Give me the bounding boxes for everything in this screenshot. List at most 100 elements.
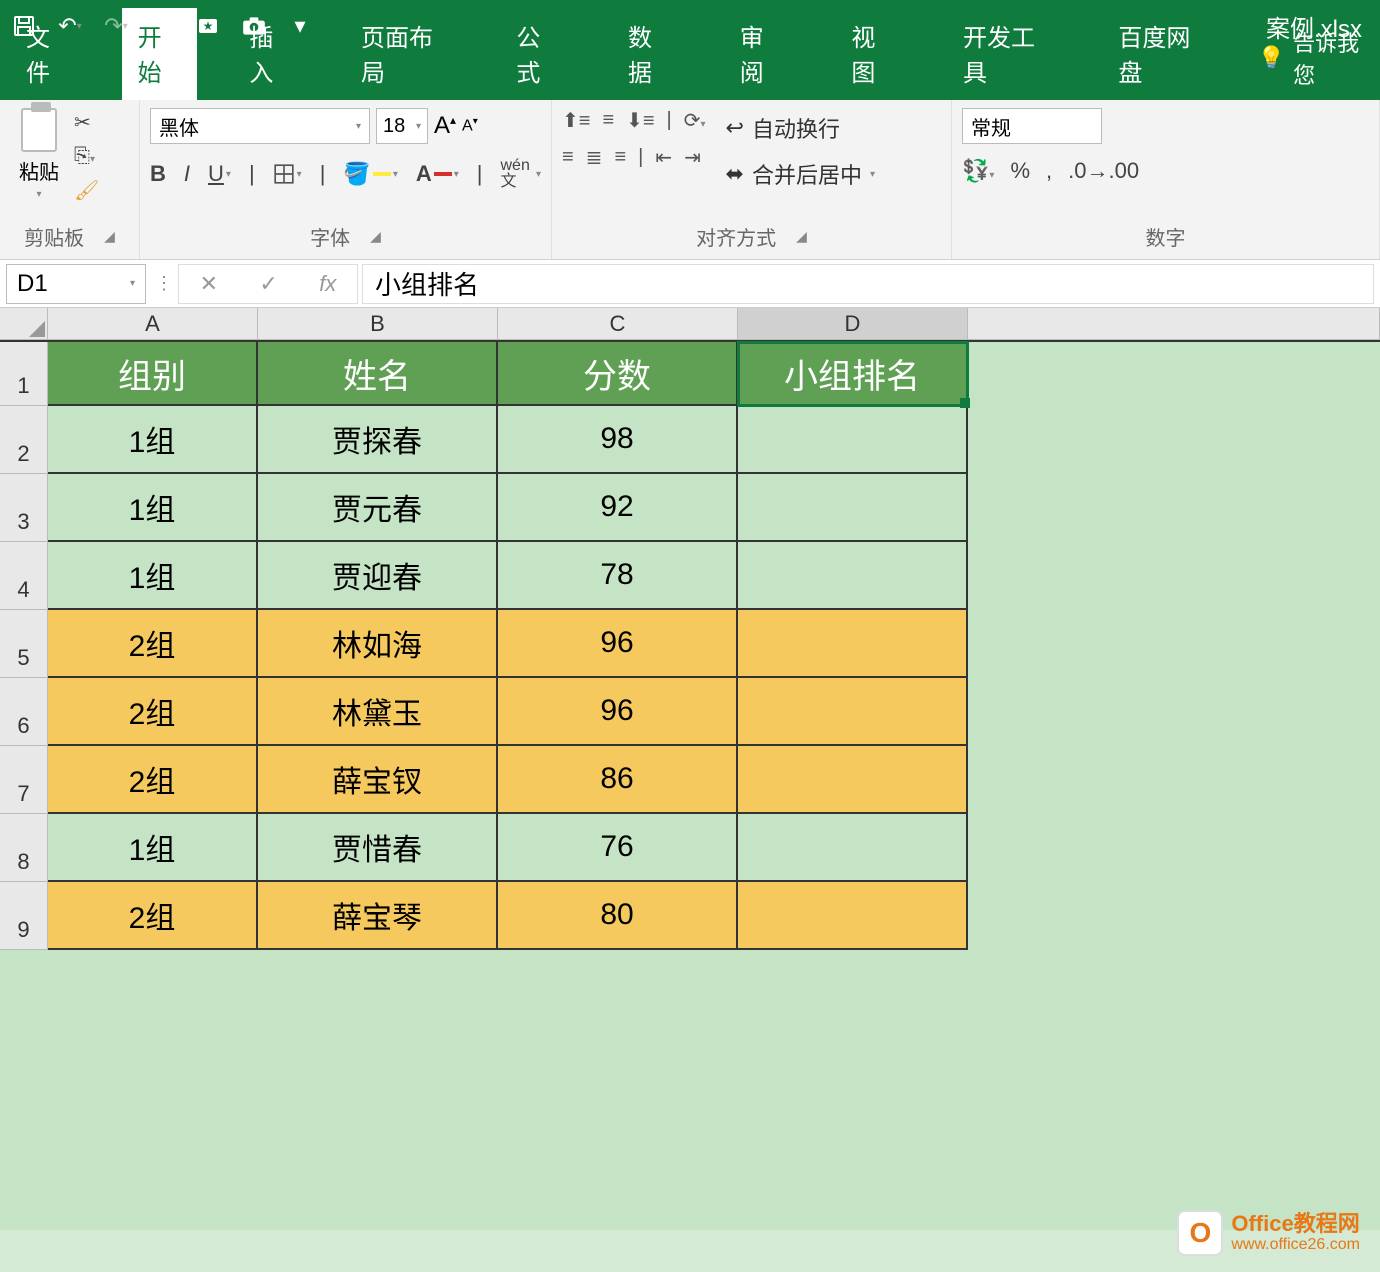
row-header[interactable]: 6 xyxy=(0,678,48,746)
header-cell-group[interactable]: 组别 xyxy=(48,342,258,406)
decrease-indent-icon[interactable]: ⇤ xyxy=(655,145,672,170)
tab-formulas[interactable]: 公式 xyxy=(500,8,576,100)
column-header-d[interactable]: D xyxy=(738,308,968,340)
name-box[interactable]: D1▾ xyxy=(6,264,146,304)
data-cell[interactable]: 贾惜春 xyxy=(258,814,498,882)
tab-file[interactable]: 文件 xyxy=(10,8,86,100)
data-cell[interactable] xyxy=(738,542,968,610)
dialog-launcher-icon[interactable]: ◢ xyxy=(370,228,381,245)
decrease-font-icon[interactable]: A▾ xyxy=(462,116,478,135)
redo-icon[interactable]: ↷▾ xyxy=(102,12,130,40)
align-middle-icon[interactable]: ≡ xyxy=(602,109,614,132)
blank-cell[interactable] xyxy=(968,542,1380,610)
tab-page-layout[interactable]: 页面布局 xyxy=(345,8,464,100)
number-format-select[interactable]: 常规 xyxy=(962,108,1102,144)
data-cell[interactable]: 1组 xyxy=(48,814,258,882)
data-cell[interactable]: 1组 xyxy=(48,542,258,610)
border-button[interactable]: ▾ xyxy=(273,163,302,185)
header-cell-score[interactable]: 分数 xyxy=(498,342,738,406)
tab-baidu-netdisk[interactable]: 百度网盘 xyxy=(1102,8,1221,100)
data-cell[interactable]: 92 xyxy=(498,474,738,542)
fx-icon[interactable]: fx xyxy=(319,271,336,297)
data-cell[interactable] xyxy=(738,814,968,882)
bold-button[interactable]: B xyxy=(150,161,166,187)
align-bottom-icon[interactable]: ⬇≡ xyxy=(626,108,654,133)
data-cell[interactable] xyxy=(738,474,968,542)
tab-view[interactable]: 视图 xyxy=(835,8,911,100)
dialog-launcher-icon[interactable]: ◢ xyxy=(796,228,807,245)
font-name-select[interactable]: 黑体▾ xyxy=(150,108,370,144)
addin-icon[interactable]: ★ xyxy=(194,12,222,40)
tab-developer[interactable]: 开发工具 xyxy=(947,8,1066,100)
tell-me-search[interactable]: 💡 告诉我您 xyxy=(1258,26,1370,100)
increase-indent-icon[interactable]: ⇥ xyxy=(684,145,701,170)
data-cell[interactable]: 贾元春 xyxy=(258,474,498,542)
row-header[interactable]: 3 xyxy=(0,474,48,542)
blank-cell[interactable] xyxy=(968,814,1380,882)
data-cell[interactable]: 78 xyxy=(498,542,738,610)
blank-cell[interactable] xyxy=(968,882,1380,950)
data-cell[interactable]: 薛宝琴 xyxy=(258,882,498,950)
row-header[interactable]: 9 xyxy=(0,882,48,950)
increase-decimal-icon[interactable]: .0→.00 xyxy=(1068,158,1139,184)
increase-font-icon[interactable]: A▴ xyxy=(434,112,456,140)
copy-icon[interactable]: ⎘▾ xyxy=(74,145,99,168)
data-cell[interactable] xyxy=(738,406,968,474)
font-size-select[interactable]: 18▾ xyxy=(376,108,428,144)
fill-color-button[interactable]: 🪣▾ xyxy=(343,161,397,187)
data-cell[interactable] xyxy=(738,882,968,950)
formula-input[interactable]: 小组排名 xyxy=(362,264,1374,304)
data-cell[interactable]: 86 xyxy=(498,746,738,814)
column-header-a[interactable]: A xyxy=(48,308,258,340)
tab-review[interactable]: 审阅 xyxy=(724,8,800,100)
header-cell-rank[interactable]: 小组排名 xyxy=(738,342,968,406)
align-left-icon[interactable]: ≡ xyxy=(562,146,574,169)
data-cell[interactable]: 2组 xyxy=(48,746,258,814)
data-cell[interactable]: 96 xyxy=(498,678,738,746)
data-cell[interactable]: 1组 xyxy=(48,406,258,474)
percent-button[interactable]: % xyxy=(1010,158,1030,184)
row-header[interactable]: 4 xyxy=(0,542,48,610)
data-cell[interactable]: 薛宝钗 xyxy=(258,746,498,814)
column-header-b[interactable]: B xyxy=(258,308,498,340)
tab-home[interactable]: 开始 xyxy=(122,8,198,100)
dialog-launcher-icon[interactable]: ◢ xyxy=(104,228,115,245)
data-cell[interactable]: 80 xyxy=(498,882,738,950)
merge-center-button[interactable]: ⬌ 合并后居中 ▾ xyxy=(726,158,875,190)
font-color-button[interactable]: A▾ xyxy=(416,161,459,187)
column-header-blank[interactable] xyxy=(968,308,1380,340)
select-all-corner[interactable] xyxy=(0,308,48,340)
accounting-format-button[interactable]: 💱▾ xyxy=(962,158,994,184)
data-cell[interactable]: 贾迎春 xyxy=(258,542,498,610)
data-cell[interactable] xyxy=(738,610,968,678)
blank-cell[interactable] xyxy=(968,746,1380,814)
blank-cell[interactable] xyxy=(968,678,1380,746)
align-center-icon[interactable]: ≣ xyxy=(586,145,603,170)
row-header[interactable]: 2 xyxy=(0,406,48,474)
data-cell[interactable]: 2组 xyxy=(48,678,258,746)
data-cell[interactable]: 林黛玉 xyxy=(258,678,498,746)
data-cell[interactable]: 林如海 xyxy=(258,610,498,678)
wrap-text-button[interactable]: ↩ 自动换行 xyxy=(726,112,875,144)
data-cell[interactable] xyxy=(738,746,968,814)
row-header[interactable]: 5 xyxy=(0,610,48,678)
empty-area[interactable] xyxy=(0,950,1380,1230)
data-cell[interactable]: 1组 xyxy=(48,474,258,542)
data-cell[interactable]: 96 xyxy=(498,610,738,678)
format-painter-icon[interactable]: 🖌 xyxy=(74,178,99,203)
chevron-down-icon[interactable]: ▾ xyxy=(36,189,41,200)
column-header-c[interactable]: C xyxy=(498,308,738,340)
tab-data[interactable]: 数据 xyxy=(612,8,688,100)
orientation-icon[interactable]: ⟳▾ xyxy=(684,108,706,133)
data-cell[interactable]: 98 xyxy=(498,406,738,474)
align-top-icon[interactable]: ⬆≡ xyxy=(562,108,590,133)
enter-icon[interactable]: ✓ xyxy=(259,271,277,297)
blank-cell[interactable] xyxy=(968,406,1380,474)
data-cell[interactable]: 2组 xyxy=(48,882,258,950)
italic-button[interactable]: I xyxy=(184,161,190,187)
phonetic-button[interactable]: wén 文▾ xyxy=(500,158,541,190)
blank-cell[interactable] xyxy=(968,610,1380,678)
header-cell-name[interactable]: 姓名 xyxy=(258,342,498,406)
data-cell[interactable]: 贾探春 xyxy=(258,406,498,474)
tab-insert[interactable]: 插入 xyxy=(233,8,309,100)
